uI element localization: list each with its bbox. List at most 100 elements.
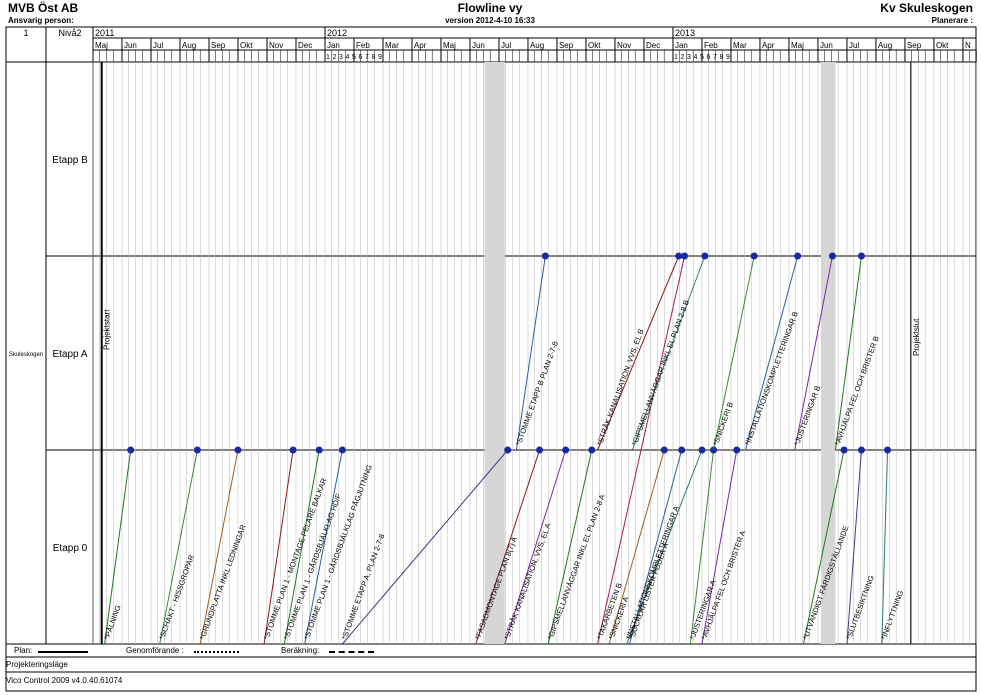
task-end-dot xyxy=(504,446,512,454)
month-label: Sep xyxy=(211,41,226,50)
month-label: Jan xyxy=(327,41,340,50)
month-label: Maj xyxy=(791,41,804,50)
task-end-dot xyxy=(562,446,570,454)
year-label: 2012 xyxy=(327,28,347,38)
month-label: Jun xyxy=(124,41,137,50)
task-end-dot xyxy=(828,252,836,260)
month-label: Apr xyxy=(762,41,775,50)
task-label: *SCHAKT - HISSGROPAR xyxy=(157,553,196,641)
task-label: *GRUNDPLATTA INKL LEDNINGAR xyxy=(198,523,248,641)
task-end-dot xyxy=(315,446,323,454)
week-number-label: 4 xyxy=(345,54,349,61)
month-label: Nov xyxy=(617,41,631,50)
flowline-chart: 1 Nivå2 Etapp BEtapp AEtapp 0Skuleskogen … xyxy=(5,26,977,692)
legend-calc-line xyxy=(329,651,374,653)
task-label: *JUSTERINGAR B xyxy=(792,384,822,446)
task-label: *AVHJÄLPA FEL OCH BRISTER B xyxy=(833,335,881,447)
task-label: *GIPSMELLANVÄGGAR INKL EL PLAN 2-8 A xyxy=(546,493,607,640)
task-label: *GIPSMELLANVÄGGAR INKL EL PLAN 2-8 B xyxy=(630,299,691,447)
milestone-label-end: Projektslut xyxy=(912,318,921,356)
task-end-dot xyxy=(678,446,686,454)
month-label: Okt xyxy=(936,41,949,50)
month-label: Jun xyxy=(472,41,485,50)
month-label: Aug xyxy=(878,41,892,50)
task-end-dot xyxy=(698,446,706,454)
task-label: *SLUTBESIKTNING xyxy=(844,574,876,641)
week-number-label: 9 xyxy=(378,54,382,61)
task-end-dot xyxy=(234,446,242,454)
month-label: Jul xyxy=(501,41,511,50)
software-label: Vico Control 2009 v4.0.40.61074 xyxy=(6,676,123,685)
milestone-label-start: Projektstart xyxy=(103,309,112,350)
legend-execution-label: Genomförande : xyxy=(126,646,184,655)
task-end-dot xyxy=(857,252,865,260)
month-label: Dec xyxy=(646,41,660,50)
task-end-dot xyxy=(289,446,297,454)
week-number-label: 8 xyxy=(719,54,723,61)
month-label: Aug xyxy=(182,41,196,50)
task-end-dot xyxy=(733,446,741,454)
legend-plan-line xyxy=(38,651,88,653)
mode-label: Projekteringsläge xyxy=(6,660,68,669)
task-end-dot xyxy=(750,252,758,260)
month-label: Maj xyxy=(443,41,456,50)
week-number-label: 2 xyxy=(332,54,336,61)
week-number-label: 3 xyxy=(687,54,691,61)
week-number-label: 6 xyxy=(358,54,362,61)
month-label: Jul xyxy=(153,41,163,50)
task-end-dot xyxy=(127,446,135,454)
task-end-dot xyxy=(675,252,683,260)
location-group-label: Skuleskogen xyxy=(9,352,43,358)
task-end-dot xyxy=(794,252,802,260)
legend-execution-line xyxy=(194,651,239,653)
week-number-label: 5 xyxy=(352,54,356,61)
task-end-dot xyxy=(701,252,709,260)
legend-plan-label: Plan: xyxy=(14,646,33,655)
location-label: Etapp 0 xyxy=(53,543,88,554)
week-number-label: 5 xyxy=(700,54,704,61)
left-header-index: 1 xyxy=(23,28,28,38)
task-end-dot xyxy=(840,446,848,454)
year-label: 2013 xyxy=(675,28,695,38)
legend-bar: Plan: Genomförande : Beräkning: xyxy=(6,646,976,656)
month-label: Dec xyxy=(298,41,312,50)
week-number-label: 7 xyxy=(365,54,369,61)
task-label: *SOCKLAR LISTER FODER A xyxy=(627,542,670,641)
week-number-label: 8 xyxy=(371,54,375,61)
week-number-label: 7 xyxy=(713,54,717,61)
month-label: Jul xyxy=(849,41,859,50)
month-label: Maj xyxy=(95,41,108,50)
task-end-dot xyxy=(660,446,668,454)
task-end-dot xyxy=(536,446,544,454)
week-number-label: 9 xyxy=(726,54,730,61)
month-label: Nov xyxy=(269,41,283,50)
month-label: Mar xyxy=(733,41,747,50)
week-number-label: 4 xyxy=(693,54,697,61)
week-number-label: 6 xyxy=(706,54,710,61)
month-label: Apr xyxy=(414,41,427,50)
week-number-label: 3 xyxy=(339,54,343,61)
legend-calc-label: Beräkning: xyxy=(281,646,320,655)
location-label: Etapp A xyxy=(52,349,87,360)
task-label: *STOMME ETAPP B PLAN 2-7-8 xyxy=(514,340,560,446)
year-label: 2011 xyxy=(95,28,114,38)
week-number-label: 1 xyxy=(326,54,330,61)
task-end-dot xyxy=(884,446,892,454)
week-number-label: 2 xyxy=(680,54,684,61)
month-label: Jun xyxy=(820,41,833,50)
month-label: Sep xyxy=(559,41,574,50)
task-end-dot xyxy=(588,446,596,454)
task-end-dot xyxy=(541,252,549,260)
month-label: Mar xyxy=(385,41,399,50)
task-label: *PÅLNING xyxy=(102,604,123,641)
month-label: Sep xyxy=(907,41,922,50)
month-label: Okt xyxy=(588,41,601,50)
task-end-dot xyxy=(857,446,865,454)
task-label: *SNICKERI B xyxy=(711,401,735,447)
task-end-dot xyxy=(193,446,201,454)
left-header-level: Nivå2 xyxy=(58,28,81,38)
week-number-label: 1 xyxy=(674,54,678,61)
location-label: Etapp B xyxy=(52,155,88,166)
month-label: Aug xyxy=(530,41,544,50)
month-label: Feb xyxy=(704,41,718,50)
